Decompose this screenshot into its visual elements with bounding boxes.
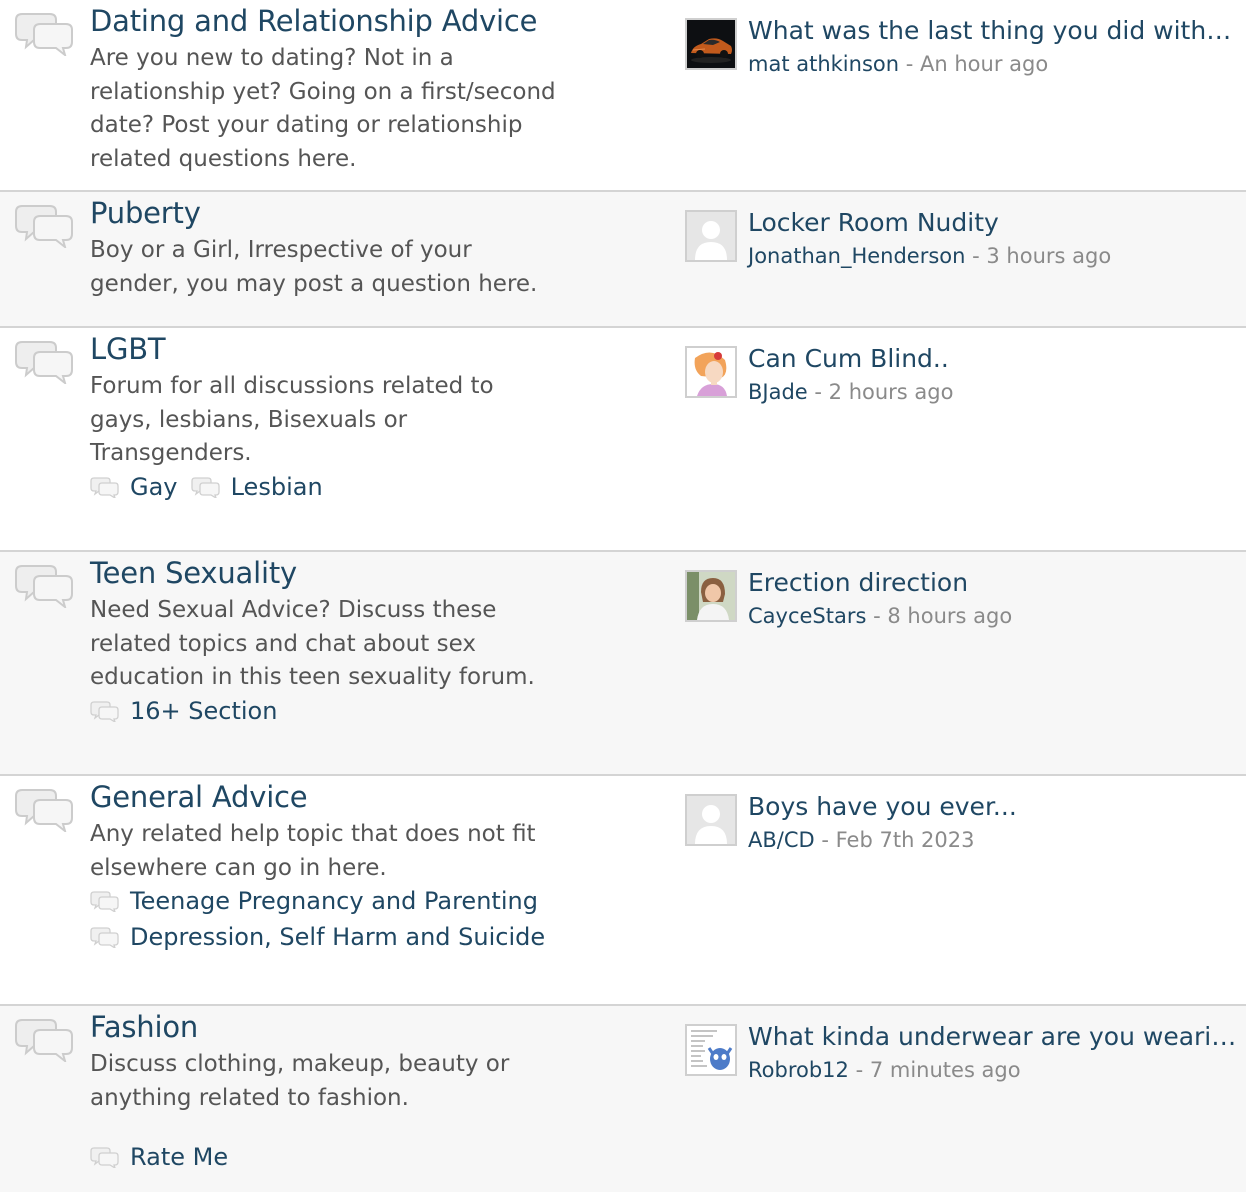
subforum-list: Rate Me bbox=[90, 1143, 236, 1172]
forum-row: Puberty Boy or a Girl, Irrespective of y… bbox=[0, 192, 1246, 328]
subforum-list: Teenage Pregnancy and Parenting Depressi… bbox=[90, 887, 560, 952]
forum-description: Discuss clothing, makeup, beauty or anyt… bbox=[90, 1051, 510, 1111]
last-post-title[interactable]: Can Cum Blind.. bbox=[748, 344, 1238, 373]
last-post-meta: Jonathan_Henderson - 3 hours ago bbox=[748, 244, 1111, 268]
last-post-time: Feb 7th 2023 bbox=[835, 828, 975, 852]
forum-title[interactable]: Teen Sexuality bbox=[90, 556, 297, 590]
subforum-link[interactable]: Gay bbox=[90, 473, 178, 501]
last-post-title[interactable]: What was the last thing you did with yo.… bbox=[748, 16, 1238, 45]
last-post-time: 8 hours ago bbox=[887, 604, 1013, 628]
last-post-meta: AB/CD - Feb 7th 2023 bbox=[748, 828, 975, 852]
last-post-title[interactable]: Locker Room Nudity bbox=[748, 208, 1238, 237]
subforum-list: 16+ Section bbox=[90, 697, 285, 726]
meta-separator: - bbox=[965, 244, 987, 268]
last-post-meta: BJade - 2 hours ago bbox=[748, 380, 953, 404]
cartoon-avatar-icon bbox=[687, 348, 735, 396]
subforum-bubbles-icon bbox=[90, 890, 120, 914]
forum-bubbles-icon bbox=[14, 786, 74, 834]
avatar[interactable] bbox=[685, 18, 737, 70]
forum-bubbles-icon bbox=[14, 338, 74, 386]
meta-separator: - bbox=[807, 380, 829, 404]
subforum-link[interactable]: Rate Me bbox=[90, 1143, 228, 1171]
forum-title[interactable]: Fashion bbox=[90, 1010, 198, 1044]
subforum-link[interactable]: Depression, Self Harm and Suicide bbox=[90, 923, 545, 951]
avatar[interactable] bbox=[685, 570, 737, 622]
subforum-link[interactable]: 16+ Section bbox=[90, 697, 277, 725]
avatar[interactable] bbox=[685, 794, 737, 846]
subforum-label: Gay bbox=[130, 473, 178, 501]
last-post-user[interactable]: Robrob12 bbox=[748, 1058, 849, 1082]
last-post-title[interactable]: Boys have you ever... bbox=[748, 792, 1238, 821]
forum-bubbles-icon bbox=[14, 562, 74, 610]
last-post-user[interactable]: Jonathan_Henderson bbox=[748, 244, 965, 268]
forum-title[interactable]: LGBT bbox=[90, 332, 166, 366]
forum-title[interactable]: Dating and Relationship Advice bbox=[90, 4, 537, 38]
meta-separator: - bbox=[866, 604, 888, 628]
subforum-list: Gay Lesbian bbox=[90, 473, 331, 502]
meta-separator: - bbox=[848, 1058, 870, 1082]
last-post-user[interactable]: CayceStars bbox=[748, 604, 866, 628]
forum-description: Boy or a Girl, Irrespective of your gend… bbox=[90, 237, 538, 297]
subforum-bubbles-icon bbox=[90, 926, 120, 950]
last-post-time: 7 minutes ago bbox=[869, 1058, 1021, 1082]
subforum-label: 16+ Section bbox=[130, 697, 278, 725]
photo-avatar-icon bbox=[687, 572, 735, 620]
last-post-meta: CayceStars - 8 hours ago bbox=[748, 604, 1012, 628]
forum-description: Need Sexual Advice? Discuss these relate… bbox=[90, 597, 535, 690]
forum-title[interactable]: Puberty bbox=[90, 196, 201, 230]
subforum-bubbles-icon bbox=[190, 476, 221, 500]
last-post-user[interactable]: BJade bbox=[748, 380, 808, 404]
subforum-bubbles-icon bbox=[90, 700, 120, 724]
forum-list: Dating and Relationship Advice Are you n… bbox=[0, 0, 1246, 1192]
avatar[interactable] bbox=[685, 1024, 737, 1076]
avatar[interactable] bbox=[685, 210, 737, 262]
subforum-label: Lesbian bbox=[230, 473, 323, 501]
forum-description: Forum for all discussions related to gay… bbox=[90, 373, 494, 466]
meta-separator: - bbox=[899, 52, 920, 76]
forum-bubbles-icon bbox=[14, 202, 74, 250]
meme-avatar-icon bbox=[687, 1026, 735, 1074]
last-post-time: 2 hours ago bbox=[828, 380, 954, 404]
forum-row: Dating and Relationship Advice Are you n… bbox=[0, 0, 1246, 192]
subforum-link[interactable]: Lesbian bbox=[190, 473, 323, 501]
last-post-title[interactable]: Erection direction bbox=[748, 568, 1238, 597]
subforum-bubbles-icon bbox=[90, 476, 120, 500]
forum-description: Any related help topic that does not fit… bbox=[90, 821, 536, 881]
default-avatar-icon bbox=[687, 212, 735, 260]
last-post-meta: Robrob12 - 7 minutes ago bbox=[748, 1058, 1021, 1082]
last-post-time: An hour ago bbox=[920, 52, 1049, 76]
car-avatar-icon bbox=[687, 20, 735, 68]
meta-separator: - bbox=[814, 828, 836, 852]
subforum-label: Teenage Pregnancy and Parenting bbox=[130, 887, 538, 915]
avatar[interactable] bbox=[685, 346, 737, 398]
last-post-user[interactable]: mat athkinson bbox=[748, 52, 899, 76]
subforum-link[interactable]: Teenage Pregnancy and Parenting bbox=[90, 887, 538, 915]
last-post-meta: mat athkinson - An hour ago bbox=[748, 52, 1048, 76]
last-post-user[interactable]: AB/CD bbox=[748, 828, 815, 852]
forum-row: LGBT Forum for all discussions related t… bbox=[0, 328, 1246, 552]
subforum-bubbles-icon bbox=[90, 1146, 120, 1170]
subforum-label: Rate Me bbox=[130, 1143, 229, 1171]
subforum-label: Depression, Self Harm and Suicide bbox=[130, 923, 546, 951]
forum-bubbles-icon bbox=[14, 1016, 74, 1064]
forum-description: Are you new to dating? Not in a relation… bbox=[90, 45, 556, 172]
forum-row: Teen Sexuality Need Sexual Advice? Discu… bbox=[0, 552, 1246, 776]
last-post-title[interactable]: What kinda underwear are you wearing?... bbox=[748, 1022, 1238, 1051]
forum-row: Fashion Discuss clothing, makeup, beauty… bbox=[0, 1006, 1246, 1192]
forum-row: General Advice Any related help topic th… bbox=[0, 776, 1246, 1006]
forum-bubbles-icon bbox=[14, 10, 74, 58]
default-avatar-icon bbox=[687, 796, 735, 844]
forum-title[interactable]: General Advice bbox=[90, 780, 308, 814]
last-post-time: 3 hours ago bbox=[986, 244, 1112, 268]
